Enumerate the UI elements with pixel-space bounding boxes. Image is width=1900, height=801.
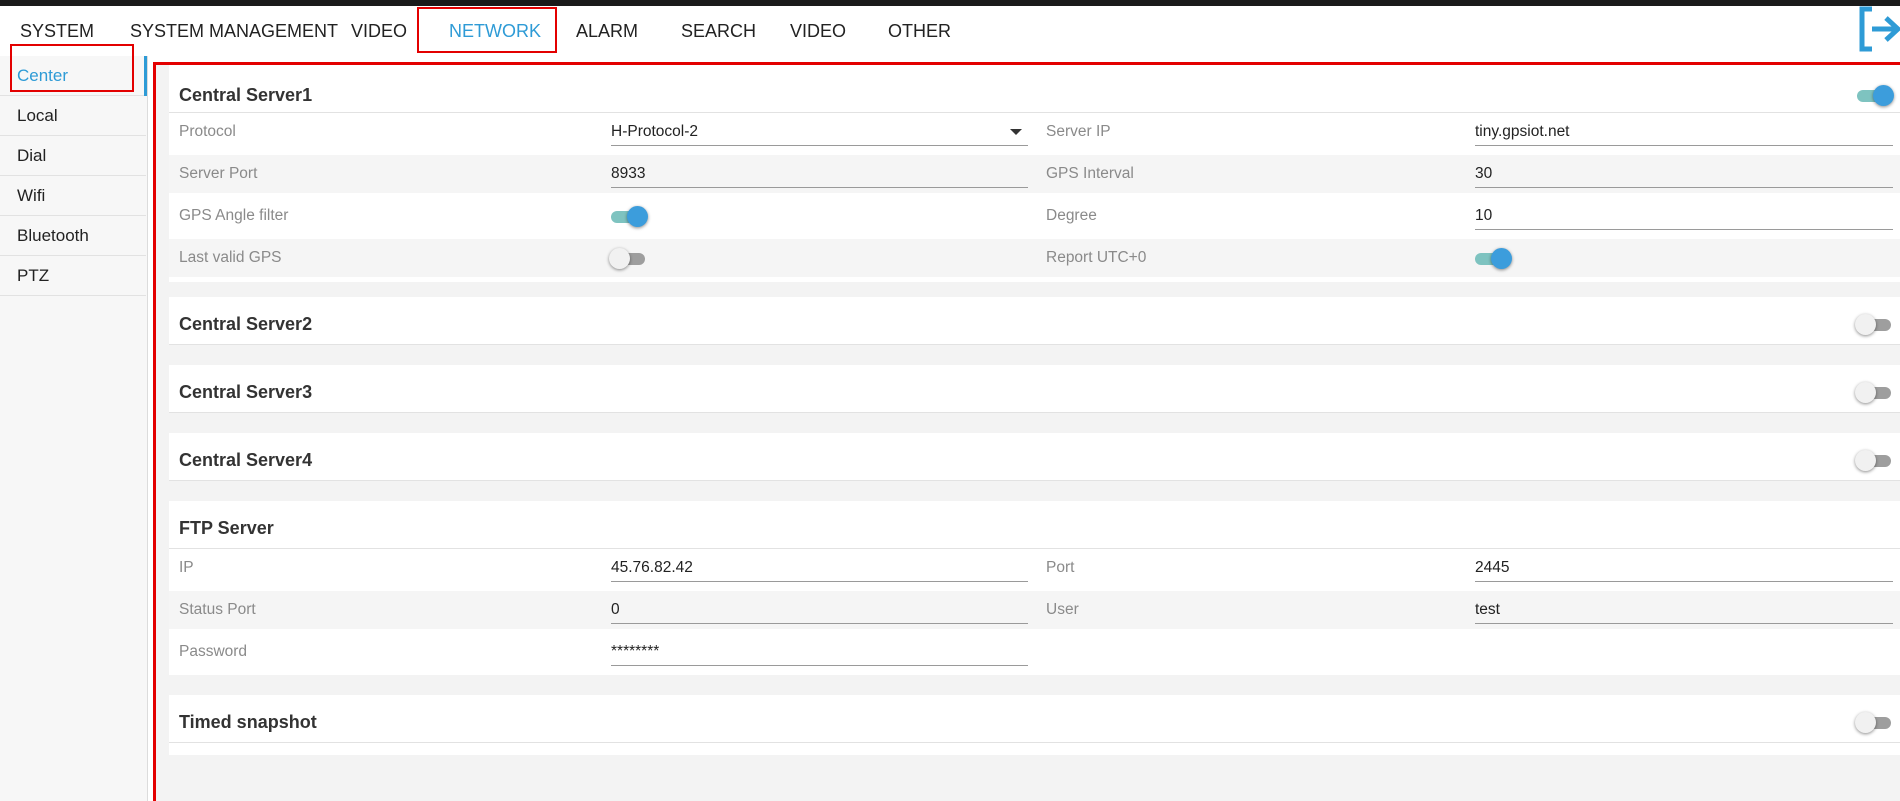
field-label: GPS Angle filter — [179, 207, 289, 224]
protocol-select[interactable]: H-Protocol-2 — [611, 117, 1028, 146]
section-title: Central Server3 — [179, 382, 313, 402]
caret-down-icon — [1010, 129, 1022, 135]
field-label: Protocol — [179, 123, 236, 140]
field-label: Report UTC+0 — [1046, 249, 1147, 266]
divider — [169, 344, 1900, 345]
section-title: Central Server4 — [179, 450, 313, 470]
ftp-password-input[interactable]: ******** — [611, 637, 1028, 666]
central-server4-card: Central Server4 — [169, 433, 1900, 481]
ftp-ip-input[interactable]: 45.76.82.42 — [611, 553, 1028, 582]
form-row: GPS Angle filter Degree 10 — [169, 197, 1900, 235]
field-label: IP — [179, 559, 194, 576]
field-label: Server IP — [1046, 123, 1111, 140]
tab-video-2[interactable]: VIDEO — [790, 6, 846, 56]
field-label: Port — [1046, 559, 1075, 576]
server2-enable-toggle[interactable] — [1855, 312, 1895, 336]
tab-other[interactable]: OTHER — [888, 6, 951, 56]
sidebar-item-bluetooth[interactable]: Bluetooth — [0, 216, 146, 256]
form-row: Password ******** — [169, 633, 1900, 671]
form-row: IP 45.76.82.42 Port 2445 — [169, 549, 1900, 587]
sidebar-item-label: Local — [17, 106, 58, 125]
server3-enable-toggle[interactable] — [1855, 380, 1895, 404]
sidebar-item-label: Bluetooth — [17, 226, 89, 245]
tab-alarm[interactable]: ALARM — [576, 6, 638, 56]
sidebar-item-label: Center — [17, 66, 69, 85]
central-server3-card: Central Server3 — [169, 365, 1900, 413]
field-label: User — [1046, 601, 1079, 618]
form-row: Server Port 8933 GPS Interval 30 — [169, 155, 1900, 193]
section-title: Timed snapshot — [179, 712, 317, 732]
field-label: Last valid GPS — [179, 249, 282, 266]
tab-system[interactable]: SYSTEM — [20, 6, 94, 56]
server4-enable-toggle[interactable] — [1855, 448, 1895, 472]
sidebar-item-local[interactable]: Local — [0, 96, 146, 136]
gps-interval-input[interactable]: 30 — [1475, 159, 1893, 188]
divider — [169, 480, 1900, 481]
field-label: Server Port — [179, 165, 258, 182]
timed-snapshot-card: Timed snapshot — [169, 695, 1900, 755]
server1-enable-toggle[interactable] — [1855, 83, 1895, 107]
ftp-server-card: FTP Server IP 45.76.82.42 Port 2445 Stat… — [169, 501, 1900, 675]
sidebar-item-label: Dial — [17, 146, 47, 165]
server-ip-input[interactable]: tiny.gpsiot.net — [1475, 117, 1893, 146]
tab-search[interactable]: SEARCH — [681, 6, 756, 56]
logout-arrow-icon — [1859, 6, 1900, 52]
ftp-user-input[interactable]: test — [1475, 595, 1893, 624]
ftp-port-input[interactable]: 2445 — [1475, 553, 1893, 582]
field-label: Status Port — [179, 601, 256, 618]
section-title: FTP Server — [179, 518, 274, 538]
degree-input[interactable]: 10 — [1475, 201, 1893, 230]
sidebar: Center Local Dial Wifi Bluetooth PTZ — [0, 56, 148, 801]
sidebar-item-wifi[interactable]: Wifi — [0, 176, 146, 216]
sidebar-item-ptz[interactable]: PTZ — [0, 256, 146, 296]
timed-snapshot-toggle[interactable] — [1855, 710, 1895, 734]
central-server2-card: Central Server2 — [169, 297, 1900, 345]
top-nav: SYSTEM SYSTEM MANAGEMENT VIDEO NETWORK A… — [0, 6, 1860, 56]
last-valid-gps-toggle[interactable] — [609, 246, 649, 270]
divider — [169, 742, 1900, 743]
form-row: Status Port 0 User test — [169, 591, 1900, 629]
gps-angle-filter-toggle[interactable] — [609, 204, 649, 228]
tab-system-management[interactable]: SYSTEM MANAGEMENT — [130, 6, 338, 56]
form-row: Protocol H-Protocol-2 Server IP tiny.gps… — [169, 113, 1900, 151]
sidebar-item-label: Wifi — [17, 186, 46, 205]
section-title: Central Server2 — [179, 314, 313, 334]
active-indicator — [144, 56, 147, 96]
sidebar-item-center[interactable]: Center — [0, 56, 147, 96]
sidebar-item-dial[interactable]: Dial — [0, 136, 146, 176]
report-utc-toggle[interactable] — [1473, 246, 1513, 270]
divider — [169, 412, 1900, 413]
field-label: GPS Interval — [1046, 165, 1134, 182]
logout-button[interactable] — [1858, 5, 1900, 53]
settings-panel: Central Server1 Protocol H-Protocol-2 Se… — [153, 62, 1900, 801]
form-row: Last valid GPS Report UTC+0 — [169, 239, 1900, 277]
field-label: Password — [179, 643, 248, 660]
ftp-status-port-input[interactable]: 0 — [611, 595, 1028, 624]
section-title: Central Server1 — [179, 85, 313, 105]
protocol-value: H-Protocol-2 — [611, 123, 698, 140]
server-port-input[interactable]: 8933 — [611, 159, 1028, 188]
field-label: Degree — [1046, 207, 1097, 224]
tab-network[interactable]: NETWORK — [449, 6, 541, 56]
sidebar-item-label: PTZ — [17, 266, 50, 285]
tab-video[interactable]: VIDEO — [351, 6, 407, 56]
central-server1-card: Central Server1 Protocol H-Protocol-2 Se… — [169, 65, 1900, 282]
